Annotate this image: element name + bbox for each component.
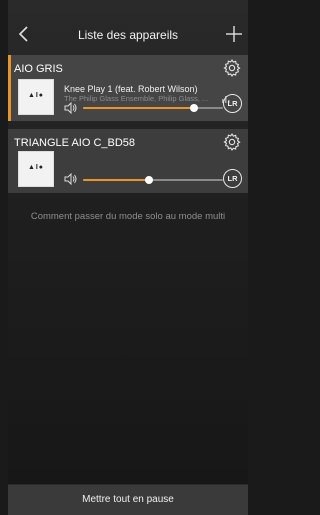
album-cover[interactable]: ▲I● xyxy=(18,79,54,115)
plus-icon[interactable] xyxy=(224,24,244,44)
volume-knob[interactable] xyxy=(189,104,198,112)
device-card-triangle-aio[interactable]: TRIANGLE AIO C_BD58 ▲I● LR xyxy=(8,129,248,193)
page-title: Liste des appareils xyxy=(77,28,179,42)
album-cover[interactable]: ▲I● xyxy=(18,151,54,187)
volume-slider[interactable] xyxy=(83,176,223,184)
gear-icon[interactable] xyxy=(222,58,242,78)
help-link[interactable]: Comment passer du mode solo au mode mult… xyxy=(8,211,248,222)
gear-icon[interactable] xyxy=(222,132,242,152)
speaker-icon[interactable] xyxy=(64,173,78,185)
cover-logo: ▲I● xyxy=(27,92,45,99)
track-title: Knee Play 1 (feat. Robert Wilson) xyxy=(64,84,198,94)
volume-fill xyxy=(83,107,194,109)
track-artist: The Philip Glass Ensemble, Philip Glass,… xyxy=(64,94,209,103)
volume-knob[interactable] xyxy=(144,176,153,184)
volume-slider[interactable] xyxy=(83,104,223,112)
header: Liste des appareils xyxy=(8,20,248,52)
pause-all-button[interactable]: Mettre tout en pause xyxy=(8,494,248,505)
bottom-bar: Mettre tout en pause xyxy=(8,484,248,515)
volume-fill xyxy=(83,179,149,181)
stereo-lr-badge[interactable]: LR xyxy=(223,169,242,188)
device-card-aio-gris[interactable]: AIO GRIS ▲I● Knee Play 1 (feat. Robert W… xyxy=(8,55,248,121)
active-indicator xyxy=(8,55,11,121)
cover-logo: ▲I● xyxy=(27,164,45,171)
speaker-icon[interactable] xyxy=(64,102,78,114)
stereo-lr-badge[interactable]: LR xyxy=(223,94,242,113)
app-frame: Liste des appareils AIO GRIS ▲I● Knee Pl… xyxy=(8,0,248,515)
device-name: AIO GRIS xyxy=(14,63,63,75)
device-name: TRIANGLE AIO C_BD58 xyxy=(14,137,136,149)
